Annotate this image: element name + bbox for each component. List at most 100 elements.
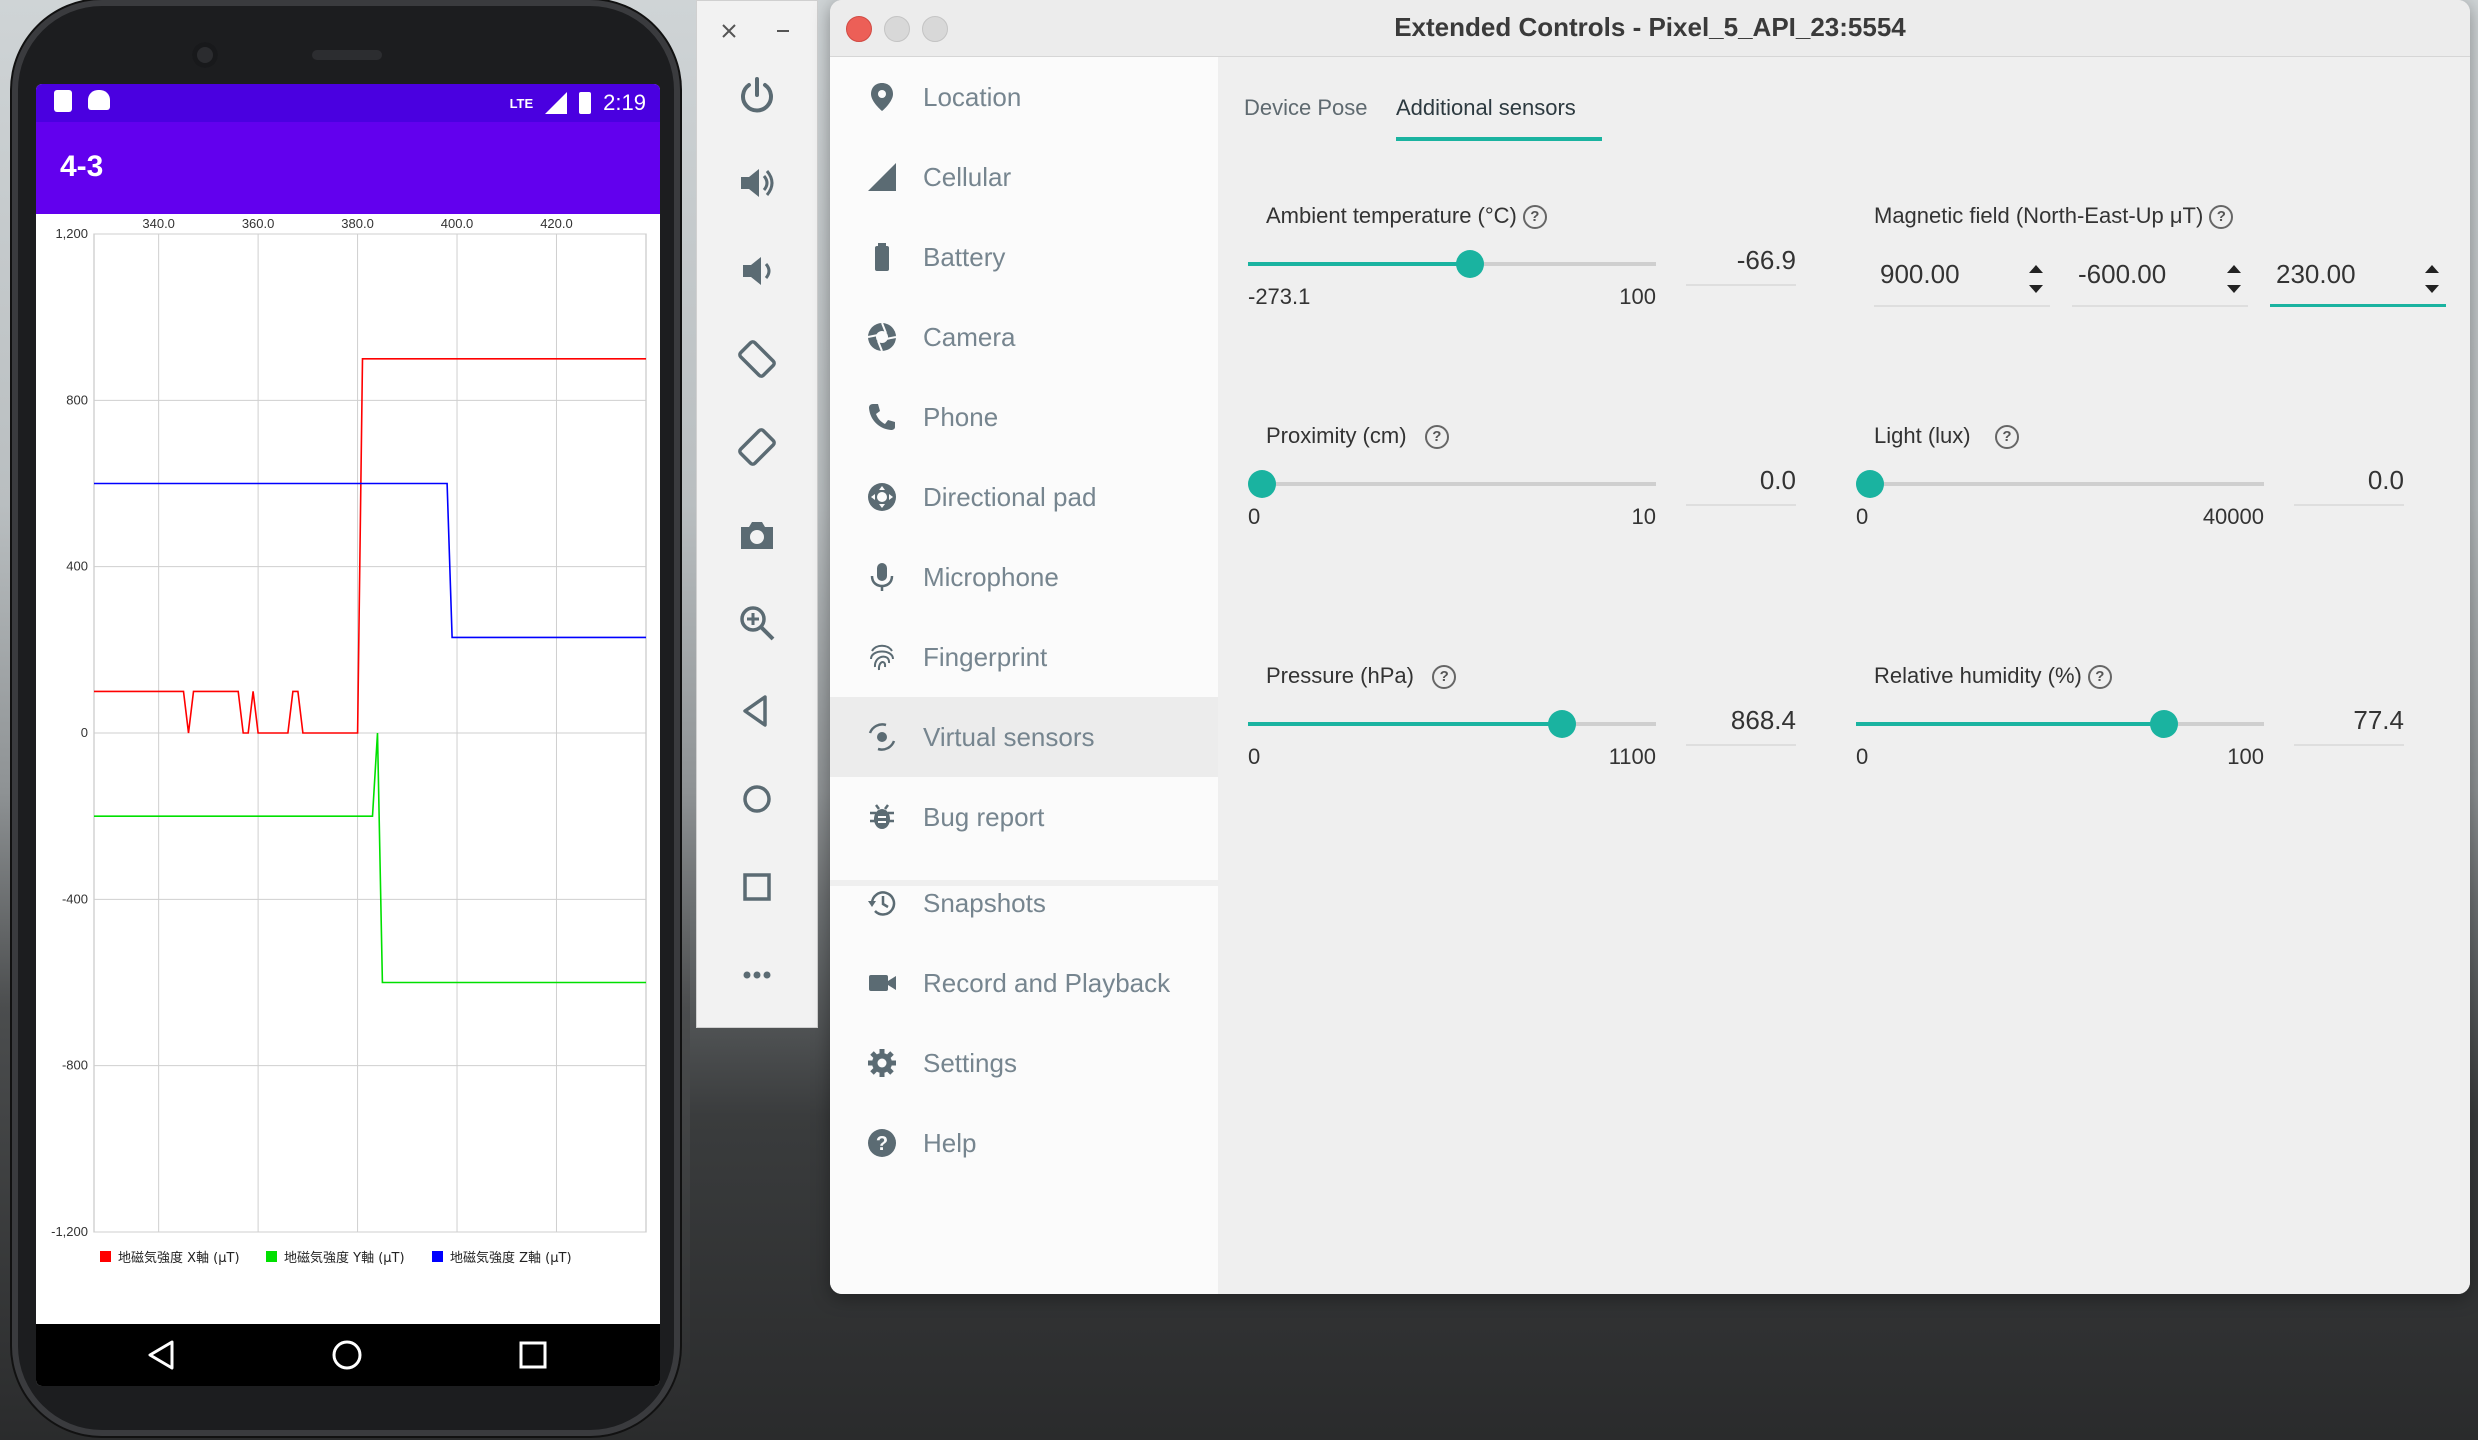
spinner-arrows-icon[interactable]: [2422, 259, 2442, 299]
nav-item-fingerprint[interactable]: Fingerprint: [830, 617, 1218, 697]
home-button[interactable]: [727, 769, 787, 829]
nav-item-battery[interactable]: Battery: [830, 217, 1218, 297]
rotate-right-icon: [738, 428, 776, 466]
line-chart: 340.0 360.0 380.0 400.0 420.0 1,200 800 400 0 -40…: [51, 216, 647, 1266]
humidity-slider[interactable]: [1856, 710, 2264, 738]
video-camera-icon: [869, 975, 896, 991]
magnetic-up-value: 230.00: [2276, 259, 2356, 289]
rotate-right-button[interactable]: [727, 417, 787, 477]
nav-label: Help: [923, 1127, 977, 1158]
ambient-temperature-max: 100: [1619, 284, 1656, 309]
nav-label: Virtual sensors: [923, 721, 1095, 752]
humidity-label: Relative humidity (%)?: [1874, 663, 2112, 690]
battery-icon: [875, 243, 889, 271]
nav-item-virtual-sensors[interactable]: Virtual sensors: [830, 697, 1218, 777]
location-pin-icon: [871, 83, 893, 111]
tab-additional-sensors[interactable]: Additional sensors: [1396, 95, 1576, 121]
humidity-value[interactable]: 77.4: [2294, 705, 2404, 746]
rotate-left-button[interactable]: [727, 329, 787, 389]
nav-label: Microphone: [923, 561, 1059, 592]
help-icon[interactable]: ?: [1522, 205, 1547, 230]
magnetic-field-label: Magnetic field (North-East-Up μT)?: [1874, 203, 2234, 230]
pressure-value[interactable]: 868.4: [1686, 705, 1796, 746]
magnetic-field-title: Magnetic field (North-East-Up μT): [1874, 203, 2204, 228]
help-icon[interactable]: ?: [1432, 665, 1457, 690]
spinner-arrows-icon[interactable]: [2224, 259, 2244, 299]
nav-item-directional-pad[interactable]: Directional pad: [830, 457, 1218, 537]
nav-item-phone[interactable]: Phone: [830, 377, 1218, 457]
slider-thumb[interactable]: [1456, 250, 1484, 278]
proximity-slider[interactable]: [1248, 470, 1656, 498]
zoom-button[interactable]: [727, 593, 787, 653]
ambient-temperature-value[interactable]: -66.9: [1686, 245, 1796, 286]
pressure-slider[interactable]: [1248, 710, 1656, 738]
nav-item-bug-report[interactable]: Bug report: [830, 777, 1218, 857]
camera-icon: [741, 522, 773, 549]
nav-item-snapshots[interactable]: Snapshots: [830, 863, 1218, 943]
magnetic-up-field[interactable]: 230.00: [2270, 259, 2446, 307]
power-button[interactable]: [727, 65, 787, 125]
ambient-temperature-min: -273.1: [1248, 284, 1311, 309]
nav-item-help[interactable]: ? Help: [830, 1103, 1218, 1183]
light-label: Light (lux) ?: [1874, 423, 2019, 450]
sensors-panel: Device Pose Additional sensors Ambient t…: [1220, 57, 2470, 1294]
nav-item-microphone[interactable]: Microphone: [830, 537, 1218, 617]
nav-item-settings[interactable]: Settings: [830, 1023, 1218, 1103]
more-button[interactable]: [727, 945, 787, 1005]
minimize-icon[interactable]: [773, 21, 793, 41]
nav-item-camera[interactable]: Camera: [830, 297, 1218, 377]
back-button[interactable]: [727, 681, 787, 741]
legend-swatch: [266, 1251, 277, 1262]
phone-frame: LTE 2:19 4-3 340.0 360.0 380.0 400.0 420.0 1,…: [12, 0, 680, 1436]
ambient-temperature-label: Ambient temperature (°C)?: [1266, 203, 1547, 230]
slider-thumb[interactable]: [1548, 710, 1576, 738]
slider-thumb[interactable]: [1856, 470, 1884, 498]
nav-item-cellular[interactable]: Cellular: [830, 137, 1218, 217]
phone-screen[interactable]: LTE 2:19 4-3 340.0 360.0 380.0 400.0 420.0 1,…: [36, 84, 660, 1386]
ambient-temperature-title: Ambient temperature (°C): [1266, 203, 1517, 228]
phone-icon: [869, 404, 895, 430]
back-icon[interactable]: [144, 1338, 178, 1372]
bug-icon: [870, 804, 894, 829]
ambient-temperature-slider[interactable]: [1248, 250, 1656, 278]
y-tick-label: 800: [66, 392, 88, 407]
x-tick-label: 400.0: [441, 216, 474, 231]
humidity-min: 0: [1856, 744, 1869, 769]
help-icon: ?: [868, 1129, 896, 1157]
humidity-title: Relative humidity (%): [1874, 663, 2082, 688]
network-type: LTE: [509, 95, 534, 111]
help-icon[interactable]: ?: [1424, 425, 1449, 450]
extended-controls-window: Extended Controls - Pixel_5_API_23:5554 …: [830, 0, 2470, 1294]
tab-device-pose[interactable]: Device Pose: [1244, 95, 1368, 121]
nav-label: Bug report: [923, 801, 1045, 832]
volume-down-button[interactable]: [727, 241, 787, 301]
light-value[interactable]: 0.0: [2294, 465, 2404, 506]
home-icon[interactable]: [330, 1338, 364, 1372]
title-bar: Extended Controls - Pixel_5_API_23:5554: [830, 0, 2470, 57]
app-title: 4-3: [60, 150, 104, 183]
proximity-value[interactable]: 0.0: [1686, 465, 1796, 506]
spinner-arrows-icon[interactable]: [2026, 259, 2046, 299]
y-tick-label: 1,200: [55, 226, 88, 241]
nav-item-location[interactable]: Location: [830, 57, 1218, 137]
side-navigation: Location Cellular Battery Camera Phone D…: [830, 57, 1218, 1294]
close-icon[interactable]: [719, 21, 739, 41]
nav-label: Snapshots: [923, 887, 1046, 918]
volume-up-button[interactable]: [727, 153, 787, 213]
recents-icon[interactable]: [518, 1340, 548, 1370]
nav-item-record-and-playback[interactable]: Record and Playback: [830, 943, 1218, 1023]
slider-thumb[interactable]: [1248, 470, 1276, 498]
help-icon[interactable]: ?: [1994, 425, 2019, 450]
help-icon[interactable]: ?: [2087, 665, 2112, 690]
magnetic-north-field[interactable]: 900.00: [1874, 259, 2050, 307]
screenshot-button[interactable]: [727, 505, 787, 565]
help-icon[interactable]: ?: [2209, 205, 2234, 230]
light-slider[interactable]: [1856, 470, 2264, 498]
overview-button[interactable]: [727, 857, 787, 917]
magnetic-north-value: 900.00: [1880, 259, 1960, 289]
magnetic-east-field[interactable]: -600.00: [2072, 259, 2248, 307]
sd-card-icon: [54, 90, 72, 112]
rotate-left-icon: [738, 340, 776, 378]
slider-thumb[interactable]: [2150, 710, 2178, 738]
series-line: [94, 482, 646, 639]
